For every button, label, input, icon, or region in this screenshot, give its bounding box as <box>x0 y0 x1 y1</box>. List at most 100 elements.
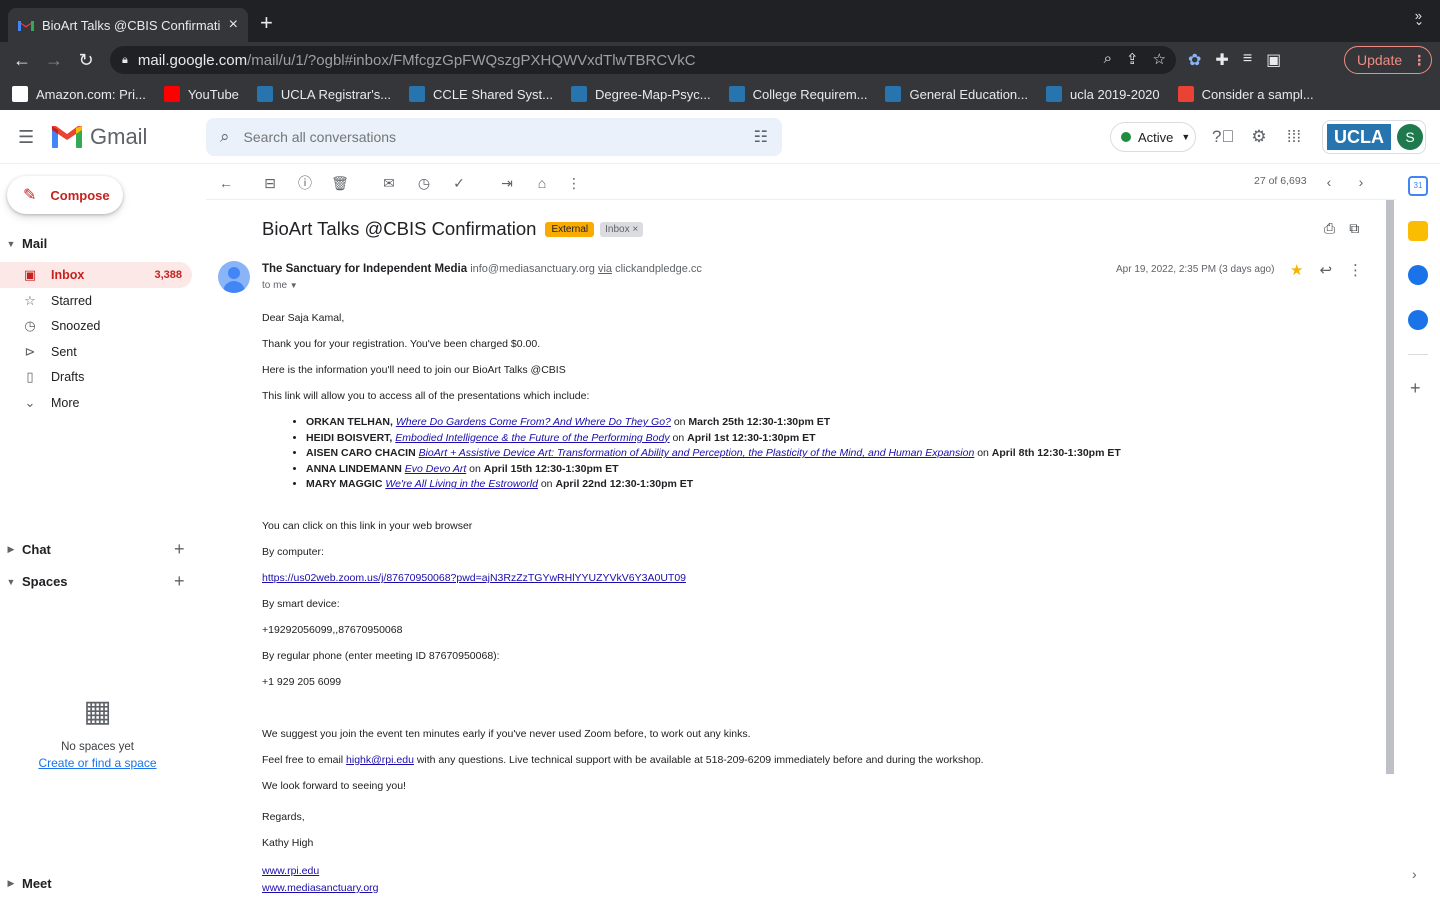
via-label[interactable]: via <box>598 263 612 275</box>
talk-title-link[interactable]: Evo Devo Art <box>405 463 466 475</box>
delete-icon[interactable]: 🗑︎ <box>330 173 350 193</box>
mail-section-toggle[interactable]: ▼ Mail <box>0 236 48 251</box>
back-to-inbox-icon[interactable]: ← <box>216 173 236 193</box>
reload-icon[interactable]: ↻ <box>74 48 98 72</box>
sidebar-item-inbox[interactable]: ▣ Inbox 3,388 <box>0 262 192 288</box>
zoom-link[interactable]: https://us02web.zoom.us/j/87670950068?pw… <box>262 572 686 584</box>
message-more-icon[interactable]: ⋮ <box>1348 261 1363 279</box>
bookmarks-overflow-icon[interactable]: » <box>1415 8 1422 23</box>
media-queue-icon[interactable]: ≡ <box>1243 50 1252 70</box>
sender-email[interactable]: info@mediasanctuary.org <box>470 263 595 275</box>
by-phone-label: By regular phone (enter meeting ID 87670… <box>262 650 500 662</box>
recipients-toggle[interactable]: to me ▼ <box>262 280 298 291</box>
newer-chevron-icon[interactable]: ‹ <box>1319 172 1339 192</box>
bookmark-item[interactable]: CCLE Shared Syst... <box>409 86 553 102</box>
side-panel-icon[interactable]: ▣ <box>1266 50 1281 70</box>
talk-title-link[interactable]: BioArt + Assistive Device Art: Transform… <box>419 447 975 459</box>
bookmark-star-icon[interactable]: ☆ <box>1153 50 1166 68</box>
forward-icon[interactable]: → <box>42 48 66 72</box>
older-chevron-icon[interactable]: › <box>1351 172 1371 192</box>
tab-close-icon[interactable]: × <box>229 16 238 34</box>
talk-title-link[interactable]: Where Do Gardens Come From? And Where Do… <box>396 416 671 428</box>
address-bar[interactable]: 🔒︎ mail.google.com/mail/u/1/?ogbl#inbox/… <box>110 46 1176 74</box>
search-input[interactable] <box>243 129 724 145</box>
search-options-icon[interactable]: ☷ <box>754 127 768 147</box>
browser-menu-icon[interactable]: ⋮ <box>1412 52 1426 69</box>
update-button[interactable]: Update ⋮ <box>1344 46 1432 74</box>
extensions-puzzle-icon[interactable]: ✚ <box>1215 50 1228 70</box>
search-bar[interactable]: ⌕ ☷ <box>206 118 782 156</box>
compose-button[interactable]: ✎ Compose <box>7 176 123 214</box>
show-side-panel-chevron-icon[interactable]: › <box>1412 866 1417 882</box>
new-space-plus-icon[interactable]: + <box>174 571 185 592</box>
calendar-icon[interactable]: 31 <box>1408 176 1428 196</box>
new-chat-plus-icon[interactable]: + <box>174 539 185 560</box>
snooze-icon[interactable]: ◷ <box>414 173 434 193</box>
bookmark-item[interactable]: Consider a sampl... <box>1177 86 1314 102</box>
talk-title-link[interactable]: We're All Living in the Estroworld <box>385 478 538 490</box>
gmail-logo[interactable]: Gmail <box>52 124 147 150</box>
sidebar-item-drafts[interactable]: ▯ Drafts <box>0 364 192 390</box>
bookmark-item[interactable]: General Education... <box>885 86 1028 102</box>
sidebar-item-sent[interactable]: ⊳ Sent <box>0 339 192 365</box>
archive-icon[interactable]: ⊟ <box>260 173 280 193</box>
spaces-section-toggle[interactable]: ▼ Spaces + <box>0 571 185 591</box>
search-icon[interactable]: ⌕ <box>220 127 230 147</box>
chat-section-toggle[interactable]: ▶ Chat + <box>0 539 185 559</box>
talk-time: April 15th 12:30-1:30pm ET <box>483 462 619 475</box>
external-badge: External <box>545 221 595 237</box>
status-chip[interactable]: Active ▼ <box>1110 122 1196 152</box>
settings-gear-icon[interactable]: ⚙ <box>1248 126 1270 148</box>
keep-icon[interactable] <box>1408 221 1428 241</box>
avatar[interactable]: S <box>1397 124 1423 150</box>
bookmark-favicon-icon <box>1046 86 1063 102</box>
share-icon[interactable]: ⇪ <box>1126 50 1139 68</box>
zoom-search-icon[interactable]: ⌕ <box>1104 50 1112 68</box>
help-icon[interactable]: ?⃝ <box>1212 126 1234 148</box>
print-icon[interactable]: ⎙ <box>1324 220 1335 237</box>
more-options-icon[interactable]: ⋮ <box>564 173 584 193</box>
create-space-link[interactable]: Create or find a space <box>0 756 195 770</box>
report-spam-icon[interactable]: ⓘ <box>295 173 315 193</box>
sender-name[interactable]: The Sanctuary for Independent Media <box>262 263 467 275</box>
browser-tab-active[interactable]: BioArt Talks @CBIS Confirmation × <box>8 8 248 42</box>
bookmark-item[interactable]: ucla 2019-2020 <box>1046 86 1160 102</box>
update-label: Update <box>1357 52 1403 68</box>
mark-unread-icon[interactable]: ✉ <box>379 173 399 193</box>
label-icon[interactable]: ⌂ <box>532 173 552 193</box>
starred-icon[interactable]: ★ <box>1290 261 1303 279</box>
bookmark-item[interactable]: Amazon.com: Pri... <box>12 86 146 102</box>
talk-title-link[interactable]: Embodied Intelligence & the Future of th… <box>395 432 669 444</box>
back-icon[interactable]: ← <box>10 48 34 72</box>
open-new-window-icon[interactable]: ⧉ <box>1349 220 1359 237</box>
main-menu-icon[interactable]: ☰ <box>18 127 38 148</box>
extension-paw-icon[interactable]: ✿ <box>1188 50 1201 70</box>
meet-section-toggle[interactable]: ▶ Meet <box>0 876 52 891</box>
remove-label-icon[interactable]: × <box>632 224 638 235</box>
tab-title: BioArt Talks @CBIS Confirmation <box>42 17 221 33</box>
sidebar-item-snoozed[interactable]: ◷ Snoozed <box>0 313 192 339</box>
add-task-icon[interactable]: ✓ <box>449 173 469 193</box>
sidebar-item-starred[interactable]: ☆ Starred <box>0 288 192 314</box>
support-email-link[interactable]: highk@rpi.edu <box>346 754 414 766</box>
reply-icon[interactable]: ↩ <box>1319 261 1332 279</box>
account-switcher[interactable]: UCLA S <box>1322 120 1426 154</box>
inbox-label-chip[interactable]: Inbox × <box>600 221 644 237</box>
new-tab-icon[interactable]: + <box>260 12 273 34</box>
bookmark-item[interactable]: College Requirem... <box>728 86 867 102</box>
sidebar-item-label: Snoozed <box>51 319 101 334</box>
bookmark-item[interactable]: UCLA Registrar's... <box>256 86 391 102</box>
contacts-icon[interactable] <box>1408 310 1428 330</box>
rpi-link[interactable]: www.rpi.edu <box>262 865 319 877</box>
email-scrollbar[interactable] <box>1386 200 1394 774</box>
bookmark-item[interactable]: Degree-Map-Psyc... <box>571 86 711 102</box>
bookmark-label: YouTube <box>187 86 239 102</box>
apps-grid-icon[interactable]: ⁞⁞⁞ <box>1283 126 1305 148</box>
mediasanctuary-link[interactable]: www.mediasanctuary.org <box>262 882 379 894</box>
get-addons-plus-icon[interactable]: + <box>1410 378 1421 399</box>
bookmark-item[interactable]: YouTube <box>163 86 239 102</box>
move-to-icon[interactable]: ⇥ <box>497 173 517 193</box>
talk-on-text: on <box>974 447 992 460</box>
tasks-icon[interactable] <box>1408 265 1428 285</box>
sidebar-item-more[interactable]: ⌄ More <box>0 390 192 416</box>
